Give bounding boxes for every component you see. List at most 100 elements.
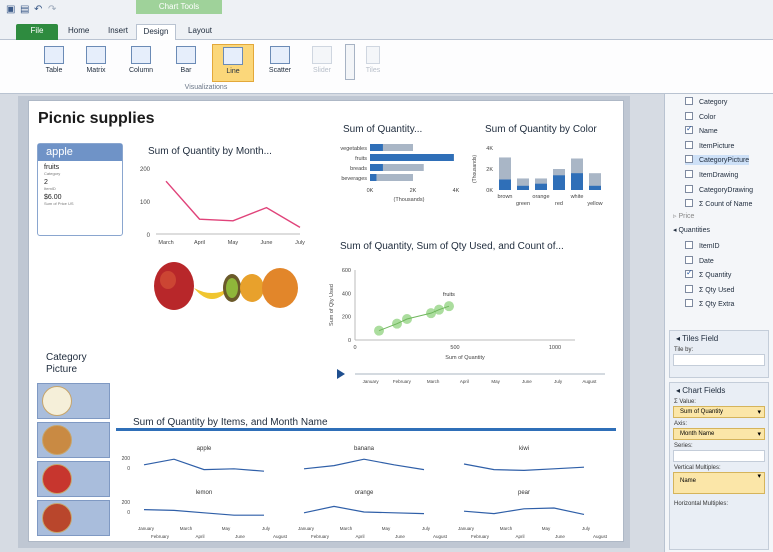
tab-layout[interactable]: Layout (182, 24, 218, 40)
field-checkbox[interactable] (685, 140, 693, 149)
column-button[interactable]: Column (123, 44, 159, 82)
value-dropdown[interactable]: Sum of Quantity (673, 406, 765, 418)
play-axis-label: May (491, 379, 500, 384)
field-item[interactable]: Date (685, 255, 714, 266)
table-button-label: Table (45, 67, 63, 74)
card-category: fruits (44, 164, 60, 171)
field-checkbox[interactable] (685, 199, 693, 208)
field-checkbox[interactable] (685, 268, 693, 279)
save-as-icon[interactable]: ▤ (20, 4, 32, 16)
x-tick-label: 0K (367, 188, 374, 194)
line-button[interactable]: Line (212, 44, 254, 82)
save-icon[interactable]: ▣ (6, 4, 18, 16)
series-input[interactable] (673, 450, 765, 462)
tiles-field-box: ◂ Tiles Field Tile by: (669, 330, 769, 378)
apple-card[interactable]: apple fruits Category 2 ItemID $6.00 Sum… (37, 143, 123, 236)
tile-fruits[interactable] (37, 461, 110, 497)
field-item[interactable]: CategoryPicture (685, 155, 750, 166)
scatter-button[interactable]: Scatter (260, 44, 300, 82)
field-item[interactable]: Color (685, 111, 716, 122)
field-checkbox[interactable] (685, 284, 693, 293)
field-list-panel: Category Color Name ItemPicture CategoryPict… (664, 94, 773, 552)
x-tick-label: May (222, 526, 231, 531)
column-highlight (589, 185, 601, 190)
card-category-label: Category (44, 171, 61, 176)
field-checkbox[interactable] (685, 111, 693, 120)
tile-vegetables[interactable] (37, 500, 110, 536)
y-axis-label: Sum of Qty Used (329, 284, 335, 326)
x-tick-label: May (542, 526, 551, 531)
vertical-multiples-dropdown[interactable]: Name (673, 472, 765, 494)
field-item[interactable]: ItemID (685, 241, 720, 251)
redo-icon[interactable]: ↷ (48, 4, 60, 16)
group-quantities[interactable]: ◂ Quantities (673, 226, 710, 236)
x-tick-label: yellow (587, 201, 602, 207)
field-item[interactable]: Category (685, 97, 727, 107)
column-highlight (499, 179, 511, 190)
tiles-button[interactable]: Tiles (360, 44, 386, 82)
x-tick-label: February (311, 534, 330, 539)
field-item[interactable]: ItemDrawing (685, 170, 738, 180)
field-checkbox[interactable] (685, 170, 693, 178)
series-line (165, 180, 301, 229)
tile-beverages[interactable] (37, 383, 110, 419)
line-chart[interactable]: 200 100 0 March April May June July (128, 160, 308, 252)
scatter-chart-icon (270, 46, 290, 64)
field-item[interactable]: Name (685, 124, 718, 136)
line-chart-icon (223, 47, 243, 65)
tile-breads[interactable] (37, 422, 110, 458)
column-highlight (571, 173, 583, 190)
tile-by-input[interactable] (673, 354, 765, 366)
bar-chart[interactable]: vegetables fruits breads beverages0K 2K 4K (Th… (330, 140, 460, 212)
y-tick-label: 2K (486, 167, 493, 173)
x-tick-label: July (582, 526, 591, 531)
x-axis-label: (Thousands) (394, 197, 425, 203)
field-item[interactable]: Σ Count of Name (685, 199, 752, 209)
tiles-field-header: ◂ Tiles Field (676, 334, 719, 343)
chart-fields-header: ◂ Chart Fields (676, 386, 726, 395)
field-item[interactable]: ItemPicture (685, 140, 734, 151)
tab-insert[interactable]: Insert (102, 24, 134, 40)
play-icon (337, 369, 345, 379)
group-price[interactable]: ▹ Price (673, 212, 694, 222)
category-tiles (37, 383, 112, 541)
y-tick-label: 0 (147, 233, 151, 239)
x-tick-label: green (516, 201, 530, 207)
column-chart[interactable]: 4K 2K 0K (Thousands) browngreenorange red whit… (470, 140, 610, 214)
field-checkbox[interactable] (685, 255, 693, 264)
field-item[interactable]: Σ Qty Extra (685, 299, 734, 309)
field-checkbox[interactable] (685, 97, 693, 105)
multiples-chart-title: Sum of Quantity by Items, and Month Name (133, 417, 328, 428)
axis-label: Axis: (674, 421, 688, 427)
field-item[interactable]: Σ Quantity (685, 268, 731, 280)
field-item[interactable]: Σ Qty Used (685, 284, 735, 295)
y-tick-label: 100 (140, 200, 151, 206)
bar-base (370, 174, 413, 181)
field-checkbox[interactable] (685, 184, 693, 193)
field-checkbox[interactable] (685, 299, 693, 308)
tab-file[interactable]: File (16, 24, 58, 40)
field-checkbox[interactable] (685, 155, 693, 164)
matrix-button[interactable]: Matrix (78, 44, 114, 82)
matrix-icon (86, 46, 106, 64)
field-label: ItemDrawing (699, 172, 739, 179)
column-button-label: Column (128, 67, 154, 74)
tab-home[interactable]: Home (62, 24, 95, 40)
x-tick-label: January (458, 526, 475, 531)
field-checkbox[interactable] (685, 241, 693, 249)
field-label: Σ Qty Used (699, 286, 735, 294)
scatter-chart[interactable]: 600 400 200 0 Sum of Qty Used 0 500 1000 Sum of … (325, 258, 617, 390)
small-multiples-chart[interactable]: apple 200 0 banana kiwi lemon 200 0 orange pear Ja… (116, 428, 624, 544)
category-picture-label: Category Picture (46, 352, 87, 375)
bar-button[interactable]: Bar (168, 44, 204, 82)
field-item[interactable]: CategoryDrawing (685, 184, 753, 195)
gallery-scroll[interactable] (345, 44, 355, 80)
axis-dropdown[interactable]: Month Name (673, 428, 765, 440)
scatter-chart-title: Sum of Quantity, Sum of Qty Used, and Co… (340, 241, 564, 252)
x-tick-label: brown (498, 194, 513, 200)
table-button[interactable]: Table (36, 44, 72, 82)
field-checkbox[interactable] (685, 124, 693, 135)
undo-icon[interactable]: ↶ (34, 4, 46, 16)
tab-design[interactable]: Design (136, 24, 176, 40)
slider-button[interactable]: Slider (304, 44, 340, 82)
